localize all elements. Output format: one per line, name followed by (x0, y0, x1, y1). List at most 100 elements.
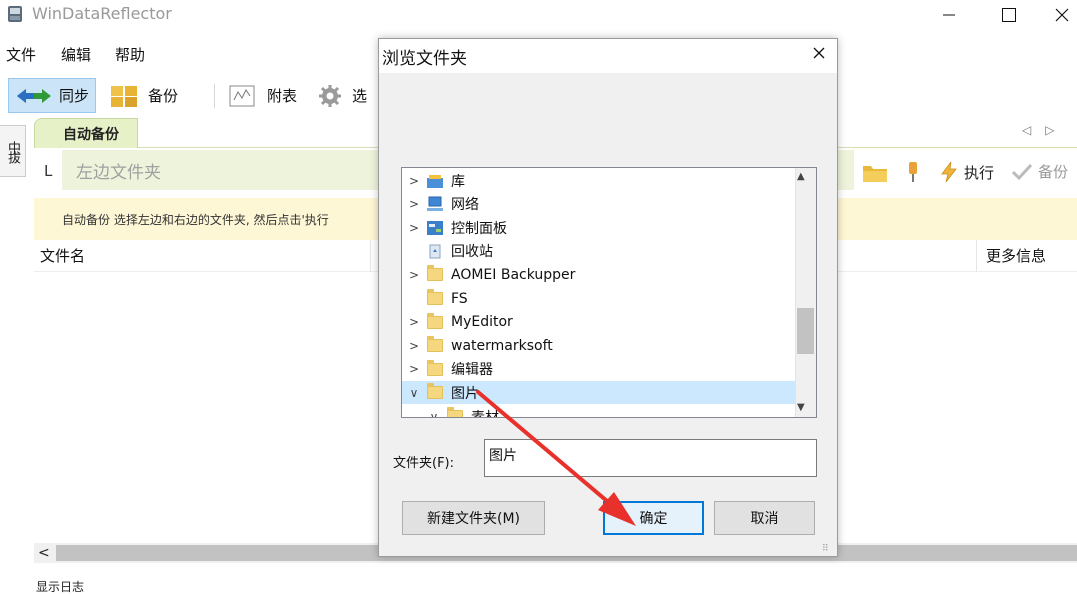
tree-item-label: FS (451, 290, 468, 307)
dialog-close-button[interactable] (808, 42, 830, 64)
app-icon (6, 5, 24, 23)
tab-nav-arrows[interactable]: ◁▷ (1022, 123, 1068, 137)
control-panel-icon (426, 220, 444, 236)
tree-item-label: 图片 (451, 385, 479, 402)
options-label: 选 (352, 87, 368, 105)
attach-label: 附表 (267, 87, 298, 105)
folder-icon (426, 312, 444, 330)
expand-chevron-icon[interactable]: > (408, 362, 420, 376)
backup-button[interactable]: 备份 (108, 78, 198, 113)
scroll-down-arrow[interactable]: ▼ (797, 402, 805, 413)
expand-chevron-icon[interactable]: > (408, 268, 420, 282)
minimize-icon (943, 14, 955, 16)
pin-icon[interactable] (906, 161, 920, 187)
tree-item[interactable]: > 库 (402, 169, 798, 192)
network-icon (426, 196, 444, 212)
menu-edit[interactable]: 编辑 (61, 44, 91, 65)
folder-icon (426, 383, 444, 401)
expand-chevron-icon[interactable]: > (408, 197, 420, 211)
close-button[interactable] (1046, 0, 1077, 30)
run-button[interactable]: 执行 (940, 161, 994, 183)
side-panel-tab[interactable]: 中拔 (0, 125, 26, 177)
tree-vertical-scrollbar[interactable] (795, 168, 816, 417)
tree-item-label: 控制面板 (451, 220, 507, 237)
maximize-button[interactable] (986, 0, 1032, 30)
tree-item-label: 库 (451, 173, 465, 190)
tree-item-label: 回收站 (451, 244, 493, 261)
folder-field-label: 文件夹(F): (393, 456, 455, 471)
left-marker: L (44, 162, 53, 180)
tree-item[interactable]: > AOMEI Backupper (402, 263, 798, 286)
backup-run-button[interactable]: 备份 (1012, 161, 1068, 182)
backup-label: 备份 (148, 87, 179, 105)
run-label: 执行 (964, 163, 995, 182)
tree-item-label: watermarksoft (451, 337, 553, 354)
left-folder-input[interactable]: 左边文件夹 (62, 150, 378, 190)
folder-tree[interactable]: > 库 > 网络 > 控制面板 回收站 > AOMEI Backupper FS > MyEditor… (401, 167, 817, 418)
tree-item[interactable]: 回收站 (402, 240, 798, 263)
column-header-filename[interactable]: 文件名 (40, 245, 85, 266)
folder-icon (426, 289, 444, 307)
toolbar-separator (214, 84, 215, 108)
dialog-title: 浏览文件夹 (382, 49, 467, 69)
tree-item[interactable]: > 控制面板 (402, 216, 798, 239)
tree-item[interactable]: > 网络 (402, 193, 798, 216)
backup-box-icon (111, 85, 137, 107)
attach-button[interactable]: 附表 (229, 78, 309, 113)
window-title: WinDataReflector (32, 4, 172, 23)
tree-item-label: 网络 (451, 197, 479, 214)
tree-item[interactable]: ∨ 素材 (402, 405, 798, 418)
column-divider[interactable] (370, 240, 371, 272)
sync-label: 同步 (59, 87, 90, 105)
tree-item[interactable]: > 编辑器 (402, 358, 798, 381)
tree-item-label: AOMEI Backupper (451, 266, 576, 283)
tree-item[interactable]: FS (402, 287, 798, 310)
folder-icon (426, 359, 444, 377)
scroll-up-arrow[interactable]: ▲ (797, 171, 805, 182)
menu-help[interactable]: 帮助 (115, 44, 145, 65)
tree-scrollbar-thumb[interactable] (797, 308, 814, 354)
sync-arrows-icon (17, 88, 51, 103)
close-icon (813, 47, 825, 59)
resize-grip-icon[interactable]: ⠿ (822, 544, 829, 554)
expand-chevron-icon[interactable]: > (408, 339, 420, 353)
menu-file[interactable]: 文件 (6, 44, 36, 65)
checkmark-icon (1012, 163, 1032, 180)
folder-name-input[interactable]: 图片 (484, 439, 817, 477)
folder-icon (426, 265, 444, 283)
tree-item[interactable]: > MyEditor (402, 311, 798, 334)
right-folder-input[interactable] (838, 150, 854, 190)
ok-button[interactable]: 确定 (603, 501, 704, 535)
tree-item-label: 编辑器 (451, 362, 493, 379)
column-divider[interactable] (976, 240, 977, 272)
close-icon (1055, 8, 1068, 22)
expand-chevron-icon[interactable]: > (408, 174, 420, 188)
maximize-icon (1002, 8, 1016, 22)
expand-chevron-icon[interactable]: ∨ (428, 410, 440, 418)
library-icon (426, 173, 444, 189)
backup-run-label: 备份 (1038, 163, 1069, 181)
new-folder-button[interactable]: 新建文件夹(M) (402, 501, 545, 535)
expand-chevron-icon[interactable]: > (408, 315, 420, 329)
folder-icon[interactable] (862, 163, 888, 187)
tree-item[interactable]: > watermarksoft (402, 334, 798, 357)
scroll-left-arrow[interactable]: < (38, 545, 50, 561)
folder-icon (446, 407, 464, 417)
tree-item-label: MyEditor (451, 314, 513, 331)
gear-icon (319, 84, 341, 107)
sync-button[interactable]: 同步 (8, 78, 96, 113)
info-text: 自动备份 选择左边和右边的文件夹, 然后点击'执行 (62, 213, 329, 227)
recycle-bin-icon (426, 243, 444, 259)
expand-chevron-icon[interactable]: > (408, 221, 420, 235)
folder-icon (426, 336, 444, 354)
cancel-button[interactable]: 取消 (714, 501, 815, 535)
expand-chevron-icon[interactable]: ∨ (408, 386, 420, 400)
tab-auto-backup[interactable]: 自动备份 (34, 118, 138, 148)
tree-item[interactable]: ∨ 图片 (402, 381, 798, 405)
minimize-button[interactable] (926, 0, 972, 30)
tree-item-label: 素材 (471, 409, 499, 418)
attach-table-icon (229, 85, 255, 106)
show-log-link[interactable]: 显示日志 (36, 578, 84, 595)
lightning-icon (941, 161, 957, 183)
column-header-more-info[interactable]: 更多信息 (986, 245, 1046, 266)
